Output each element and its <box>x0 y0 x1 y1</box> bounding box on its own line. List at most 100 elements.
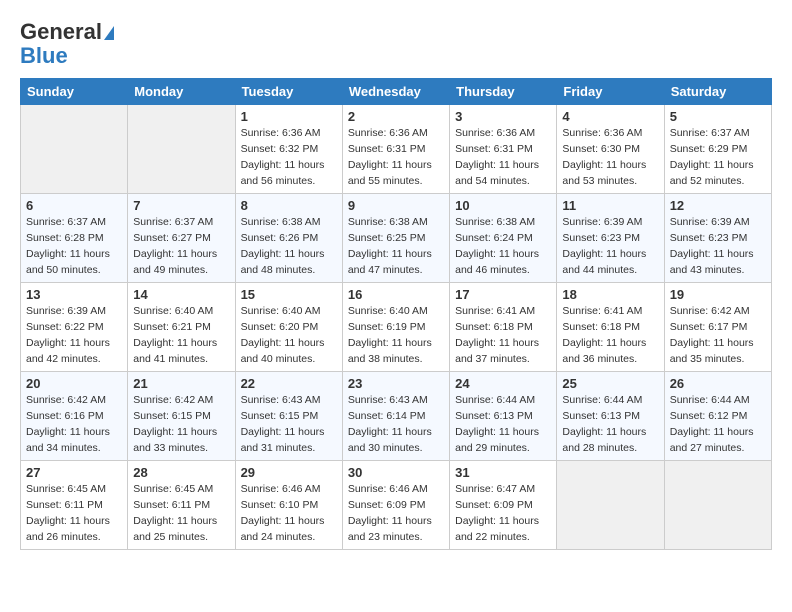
day-cell-28: 28 Sunrise: 6:45 AM Sunset: 6:11 PM Dayl… <box>128 461 235 550</box>
day-info: Sunrise: 6:42 AM Sunset: 6:16 PM Dayligh… <box>26 393 122 456</box>
day-number: 30 <box>348 465 444 480</box>
day-number: 17 <box>455 287 551 302</box>
day-cell-5: 5 Sunrise: 6:37 AM Sunset: 6:29 PM Dayli… <box>664 105 771 194</box>
day-header-wednesday: Wednesday <box>342 79 449 105</box>
day-number: 4 <box>562 109 658 124</box>
calendar-table: SundayMondayTuesdayWednesdayThursdayFrid… <box>20 78 772 550</box>
day-cell-26: 26 Sunrise: 6:44 AM Sunset: 6:12 PM Dayl… <box>664 372 771 461</box>
day-cell-27: 27 Sunrise: 6:45 AM Sunset: 6:11 PM Dayl… <box>21 461 128 550</box>
day-number: 22 <box>241 376 337 391</box>
day-number: 25 <box>562 376 658 391</box>
day-cell-14: 14 Sunrise: 6:40 AM Sunset: 6:21 PM Dayl… <box>128 283 235 372</box>
day-info: Sunrise: 6:40 AM Sunset: 6:19 PM Dayligh… <box>348 304 444 367</box>
logo-general: General <box>20 19 102 44</box>
day-cell-23: 23 Sunrise: 6:43 AM Sunset: 6:14 PM Dayl… <box>342 372 449 461</box>
day-cell-24: 24 Sunrise: 6:44 AM Sunset: 6:13 PM Dayl… <box>450 372 557 461</box>
day-number: 12 <box>670 198 766 213</box>
day-number: 16 <box>348 287 444 302</box>
day-info: Sunrise: 6:36 AM Sunset: 6:32 PM Dayligh… <box>241 126 337 189</box>
day-cell-16: 16 Sunrise: 6:40 AM Sunset: 6:19 PM Dayl… <box>342 283 449 372</box>
week-row-3: 13 Sunrise: 6:39 AM Sunset: 6:22 PM Dayl… <box>21 283 772 372</box>
day-info: Sunrise: 6:38 AM Sunset: 6:24 PM Dayligh… <box>455 215 551 278</box>
day-cell-6: 6 Sunrise: 6:37 AM Sunset: 6:28 PM Dayli… <box>21 194 128 283</box>
day-number: 6 <box>26 198 122 213</box>
day-info: Sunrise: 6:42 AM Sunset: 6:17 PM Dayligh… <box>670 304 766 367</box>
week-row-4: 20 Sunrise: 6:42 AM Sunset: 6:16 PM Dayl… <box>21 372 772 461</box>
day-info: Sunrise: 6:44 AM Sunset: 6:13 PM Dayligh… <box>562 393 658 456</box>
day-cell-30: 30 Sunrise: 6:46 AM Sunset: 6:09 PM Dayl… <box>342 461 449 550</box>
empty-cell <box>128 105 235 194</box>
day-info: Sunrise: 6:38 AM Sunset: 6:26 PM Dayligh… <box>241 215 337 278</box>
day-info: Sunrise: 6:39 AM Sunset: 6:22 PM Dayligh… <box>26 304 122 367</box>
day-cell-9: 9 Sunrise: 6:38 AM Sunset: 6:25 PM Dayli… <box>342 194 449 283</box>
day-number: 2 <box>348 109 444 124</box>
week-row-2: 6 Sunrise: 6:37 AM Sunset: 6:28 PM Dayli… <box>21 194 772 283</box>
day-cell-2: 2 Sunrise: 6:36 AM Sunset: 6:31 PM Dayli… <box>342 105 449 194</box>
day-info: Sunrise: 6:44 AM Sunset: 6:13 PM Dayligh… <box>455 393 551 456</box>
day-cell-7: 7 Sunrise: 6:37 AM Sunset: 6:27 PM Dayli… <box>128 194 235 283</box>
day-info: Sunrise: 6:44 AM Sunset: 6:12 PM Dayligh… <box>670 393 766 456</box>
day-info: Sunrise: 6:43 AM Sunset: 6:14 PM Dayligh… <box>348 393 444 456</box>
day-info: Sunrise: 6:41 AM Sunset: 6:18 PM Dayligh… <box>562 304 658 367</box>
day-number: 1 <box>241 109 337 124</box>
day-cell-19: 19 Sunrise: 6:42 AM Sunset: 6:17 PM Dayl… <box>664 283 771 372</box>
day-number: 11 <box>562 198 658 213</box>
day-info: Sunrise: 6:37 AM Sunset: 6:28 PM Dayligh… <box>26 215 122 278</box>
day-info: Sunrise: 6:36 AM Sunset: 6:31 PM Dayligh… <box>455 126 551 189</box>
day-number: 13 <box>26 287 122 302</box>
day-header-friday: Friday <box>557 79 664 105</box>
day-cell-8: 8 Sunrise: 6:38 AM Sunset: 6:26 PM Dayli… <box>235 194 342 283</box>
day-header-saturday: Saturday <box>664 79 771 105</box>
day-cell-12: 12 Sunrise: 6:39 AM Sunset: 6:23 PM Dayl… <box>664 194 771 283</box>
day-cell-11: 11 Sunrise: 6:39 AM Sunset: 6:23 PM Dayl… <box>557 194 664 283</box>
day-cell-25: 25 Sunrise: 6:44 AM Sunset: 6:13 PM Dayl… <box>557 372 664 461</box>
day-number: 7 <box>133 198 229 213</box>
day-cell-17: 17 Sunrise: 6:41 AM Sunset: 6:18 PM Dayl… <box>450 283 557 372</box>
day-number: 5 <box>670 109 766 124</box>
day-number: 19 <box>670 287 766 302</box>
empty-cell <box>21 105 128 194</box>
day-info: Sunrise: 6:37 AM Sunset: 6:27 PM Dayligh… <box>133 215 229 278</box>
day-info: Sunrise: 6:42 AM Sunset: 6:15 PM Dayligh… <box>133 393 229 456</box>
day-number: 20 <box>26 376 122 391</box>
day-info: Sunrise: 6:46 AM Sunset: 6:10 PM Dayligh… <box>241 482 337 545</box>
day-info: Sunrise: 6:45 AM Sunset: 6:11 PM Dayligh… <box>133 482 229 545</box>
logo: General Blue <box>20 20 114 68</box>
day-cell-31: 31 Sunrise: 6:47 AM Sunset: 6:09 PM Dayl… <box>450 461 557 550</box>
day-number: 3 <box>455 109 551 124</box>
day-cell-21: 21 Sunrise: 6:42 AM Sunset: 6:15 PM Dayl… <box>128 372 235 461</box>
day-cell-1: 1 Sunrise: 6:36 AM Sunset: 6:32 PM Dayli… <box>235 105 342 194</box>
day-number: 27 <box>26 465 122 480</box>
day-info: Sunrise: 6:39 AM Sunset: 6:23 PM Dayligh… <box>562 215 658 278</box>
day-header-tuesday: Tuesday <box>235 79 342 105</box>
week-row-1: 1 Sunrise: 6:36 AM Sunset: 6:32 PM Dayli… <box>21 105 772 194</box>
day-info: Sunrise: 6:41 AM Sunset: 6:18 PM Dayligh… <box>455 304 551 367</box>
day-info: Sunrise: 6:40 AM Sunset: 6:21 PM Dayligh… <box>133 304 229 367</box>
day-number: 8 <box>241 198 337 213</box>
day-info: Sunrise: 6:45 AM Sunset: 6:11 PM Dayligh… <box>26 482 122 545</box>
week-row-5: 27 Sunrise: 6:45 AM Sunset: 6:11 PM Dayl… <box>21 461 772 550</box>
day-cell-29: 29 Sunrise: 6:46 AM Sunset: 6:10 PM Dayl… <box>235 461 342 550</box>
day-number: 26 <box>670 376 766 391</box>
day-number: 10 <box>455 198 551 213</box>
day-number: 23 <box>348 376 444 391</box>
day-cell-3: 3 Sunrise: 6:36 AM Sunset: 6:31 PM Dayli… <box>450 105 557 194</box>
day-number: 15 <box>241 287 337 302</box>
day-info: Sunrise: 6:46 AM Sunset: 6:09 PM Dayligh… <box>348 482 444 545</box>
day-number: 21 <box>133 376 229 391</box>
empty-cell <box>664 461 771 550</box>
day-cell-18: 18 Sunrise: 6:41 AM Sunset: 6:18 PM Dayl… <box>557 283 664 372</box>
day-number: 18 <box>562 287 658 302</box>
day-info: Sunrise: 6:36 AM Sunset: 6:30 PM Dayligh… <box>562 126 658 189</box>
day-info: Sunrise: 6:43 AM Sunset: 6:15 PM Dayligh… <box>241 393 337 456</box>
day-cell-10: 10 Sunrise: 6:38 AM Sunset: 6:24 PM Dayl… <box>450 194 557 283</box>
day-cell-22: 22 Sunrise: 6:43 AM Sunset: 6:15 PM Dayl… <box>235 372 342 461</box>
day-info: Sunrise: 6:47 AM Sunset: 6:09 PM Dayligh… <box>455 482 551 545</box>
day-number: 9 <box>348 198 444 213</box>
day-cell-4: 4 Sunrise: 6:36 AM Sunset: 6:30 PM Dayli… <box>557 105 664 194</box>
day-info: Sunrise: 6:39 AM Sunset: 6:23 PM Dayligh… <box>670 215 766 278</box>
day-cell-15: 15 Sunrise: 6:40 AM Sunset: 6:20 PM Dayl… <box>235 283 342 372</box>
empty-cell <box>557 461 664 550</box>
header-row: SundayMondayTuesdayWednesdayThursdayFrid… <box>21 79 772 105</box>
logo-blue: Blue <box>20 44 68 68</box>
